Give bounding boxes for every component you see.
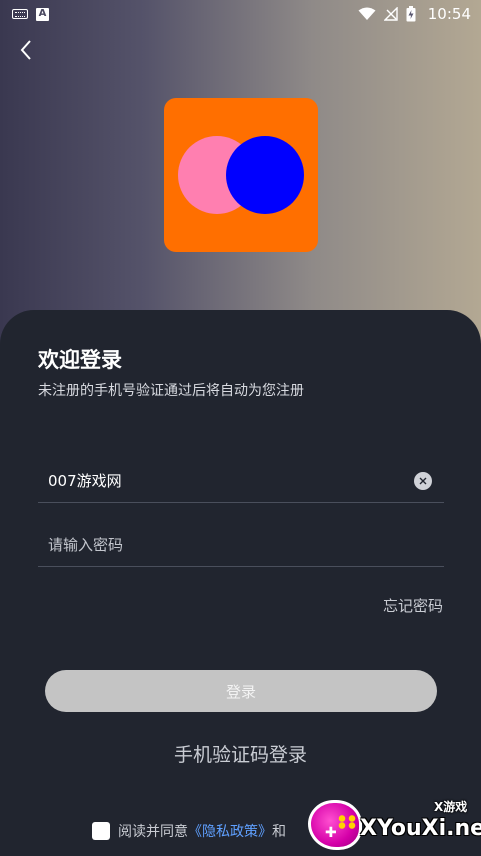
forgot-password-link[interactable]: 忘记密码 bbox=[383, 595, 443, 616]
watermark-top-text: X游戏 bbox=[434, 800, 468, 814]
clear-input-button[interactable] bbox=[414, 471, 432, 490]
watermark-main-text: XYouXi.net bbox=[360, 816, 481, 841]
cross-glyph-icon: ✚ bbox=[325, 825, 337, 841]
agreement-prefix: 阅读并同意 bbox=[118, 824, 188, 840]
status-bar-right: 10:54 bbox=[358, 5, 471, 23]
login-title: 欢迎登录 bbox=[38, 348, 122, 372]
privacy-policy-link[interactable]: 《隐私政策》 bbox=[188, 821, 272, 841]
accessibility-a-icon: A bbox=[36, 7, 49, 21]
gamepad-logo-icon: ✚ bbox=[308, 800, 362, 850]
sms-login-link[interactable]: 手机验证码登录 bbox=[0, 740, 481, 767]
logo-blue-circle bbox=[226, 136, 304, 214]
password-field[interactable]: 请输入密码 bbox=[38, 523, 444, 567]
wifi-icon bbox=[358, 7, 376, 20]
status-time: 10:54 bbox=[427, 5, 471, 23]
password-input-placeholder[interactable]: 请输入密码 bbox=[38, 534, 444, 555]
agree-checkbox[interactable] bbox=[92, 822, 110, 840]
phone-field[interactable]: 007游戏网 bbox=[38, 459, 444, 503]
battery-charging-icon bbox=[406, 6, 416, 22]
login-button[interactable]: 登录 bbox=[45, 670, 437, 712]
watermark: ✚ X游戏 XYouXi.net bbox=[306, 796, 481, 854]
back-button[interactable] bbox=[12, 36, 40, 64]
dots-glyph-icon bbox=[337, 815, 357, 829]
chevron-left-icon bbox=[20, 40, 31, 60]
agreement-and: 和 bbox=[272, 824, 286, 840]
status-bar: A 10:54 bbox=[0, 0, 481, 28]
no-signal-icon bbox=[383, 7, 398, 21]
agreement-row: 阅读并同意 《隐私政策》 和 bbox=[92, 821, 286, 841]
close-icon bbox=[419, 477, 427, 484]
login-subtitle: 未注册的手机号验证通过后将自动为您注册 bbox=[38, 383, 304, 399]
phone-input-value[interactable]: 007游戏网 bbox=[38, 470, 414, 491]
status-bar-left: A bbox=[12, 7, 49, 21]
login-card: 欢迎登录 未注册的手机号验证通过后将自动为您注册 007游戏网 请输入密码 忘记… bbox=[0, 310, 481, 856]
app-logo bbox=[164, 98, 318, 252]
keyboard-icon bbox=[12, 9, 28, 19]
